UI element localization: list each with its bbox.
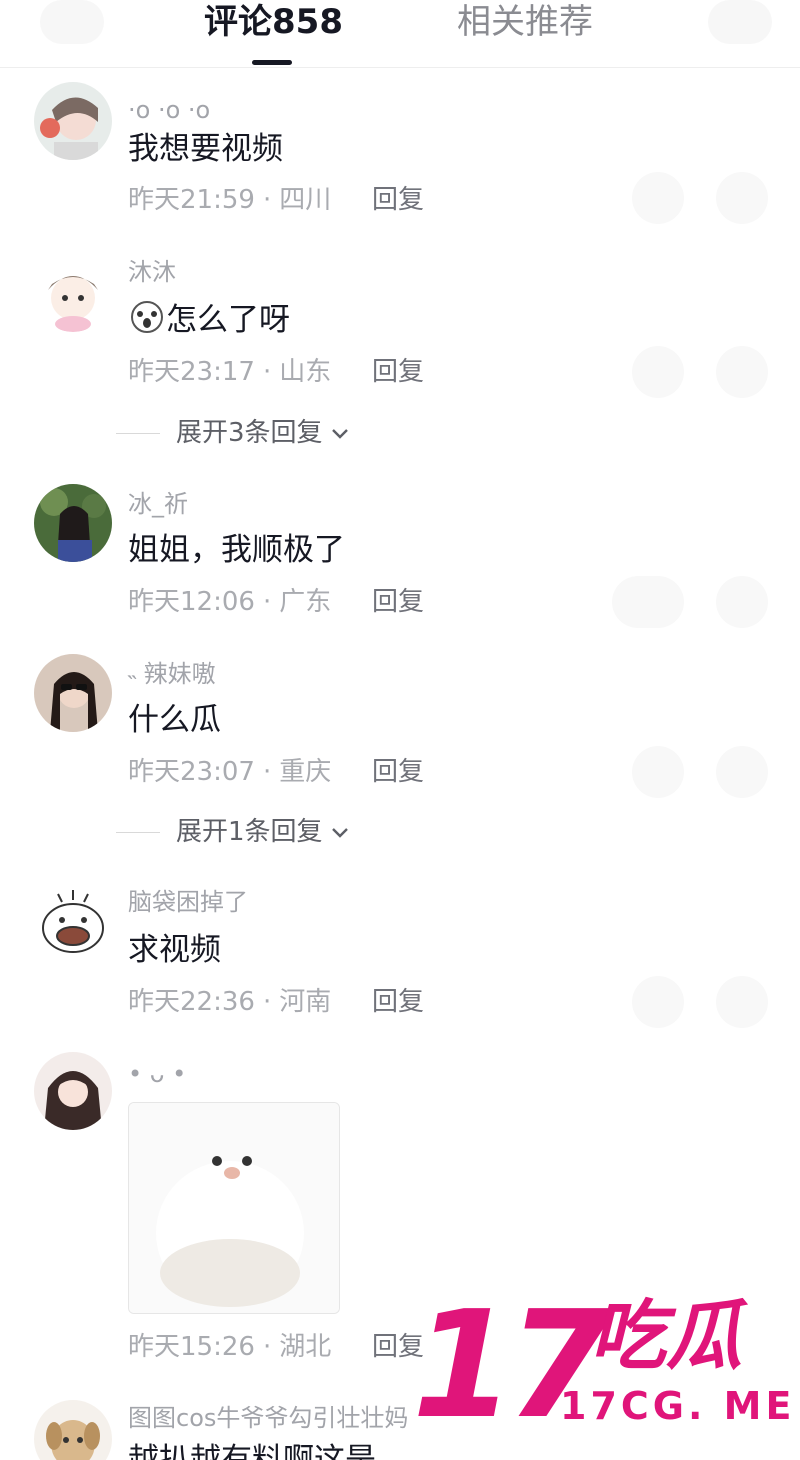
comment-time: 昨天21:59 bbox=[128, 185, 255, 215]
meta-separator: · bbox=[262, 757, 272, 787]
chevron-down-icon bbox=[331, 429, 348, 439]
reply-button[interactable]: 回复 bbox=[372, 585, 424, 619]
white-bird-sticker-icon[interactable] bbox=[128, 1102, 340, 1314]
reply-button[interactable]: 回复 bbox=[372, 183, 424, 217]
meta-separator: · bbox=[262, 185, 272, 215]
comment-location: 湖北 bbox=[279, 1332, 332, 1362]
avatar[interactable] bbox=[34, 654, 112, 732]
comment-meta: 昨天21:59 · 四川 bbox=[128, 183, 331, 217]
back-button[interactable] bbox=[40, 0, 104, 44]
close-button[interactable] bbox=[708, 0, 772, 44]
comment-content: 姐姐，我顺极了 bbox=[128, 532, 345, 568]
comment-content: 越扒越有料啊这是 bbox=[128, 1442, 376, 1460]
avatar[interactable] bbox=[34, 254, 112, 332]
meta-separator: · bbox=[262, 1332, 272, 1362]
comment-content: 求视频 bbox=[128, 932, 221, 968]
comment-location: 四川 bbox=[279, 185, 332, 215]
avatar[interactable] bbox=[34, 82, 112, 160]
expand-divider bbox=[116, 432, 160, 434]
comment-location: 河南 bbox=[279, 987, 332, 1017]
like-button[interactable] bbox=[716, 976, 768, 1028]
avatar[interactable] bbox=[34, 484, 112, 562]
dislike-button[interactable] bbox=[632, 976, 684, 1028]
comment-time: 昨天22:36 bbox=[128, 987, 255, 1017]
tab-comments[interactable]: 评论858 bbox=[204, 0, 343, 44]
comment-username[interactable]: • ᴗ • bbox=[128, 1058, 186, 1090]
comment-time: 昨天15:26 bbox=[128, 1332, 255, 1362]
comment-location: 广东 bbox=[279, 587, 332, 617]
comment-username[interactable]: ·o ·o ·o bbox=[128, 94, 210, 126]
expand-replies-button[interactable]: 展开1条回复 bbox=[116, 815, 351, 849]
expand-label: 展开1条回复 bbox=[176, 817, 323, 847]
like-button[interactable] bbox=[716, 576, 768, 628]
reply-button[interactable]: 回复 bbox=[372, 355, 424, 389]
tab-related[interactable]: 相关推荐 bbox=[457, 0, 593, 44]
comment-time: 昨天23:07 bbox=[128, 757, 255, 787]
comment-meta: 昨天22:36 · 河南 bbox=[128, 985, 331, 1019]
comment-content: 我想要视频 bbox=[128, 131, 283, 167]
cute-face-emoji-icon bbox=[128, 300, 166, 334]
like-button[interactable] bbox=[716, 346, 768, 398]
comment-username[interactable]: 图图cos牛爷爷勾引壮壮妈 bbox=[128, 1402, 408, 1434]
dislike-button[interactable] bbox=[632, 746, 684, 798]
dislike-button[interactable] bbox=[632, 346, 684, 398]
comment-time: 昨天12:06 bbox=[128, 587, 255, 617]
meta-separator: · bbox=[262, 357, 272, 387]
comment-username[interactable]: 脑袋困掉了 bbox=[128, 886, 248, 918]
expand-label: 展开3条回复 bbox=[176, 418, 323, 448]
comment-header: 评论858 相关推荐 bbox=[0, 0, 800, 68]
expand-replies-button[interactable]: 展开3条回复 bbox=[116, 416, 351, 450]
comment-content: 什么瓜 bbox=[128, 702, 221, 738]
comment-location: 重庆 bbox=[279, 757, 332, 787]
comment-time: 昨天23:17 bbox=[128, 357, 255, 387]
expand-divider bbox=[116, 831, 160, 833]
reply-button[interactable]: 回复 bbox=[372, 985, 424, 1019]
comment-content: 怎么了呀 bbox=[128, 300, 290, 340]
dislike-button[interactable] bbox=[612, 576, 684, 628]
like-button[interactable] bbox=[716, 172, 768, 224]
chevron-down-icon bbox=[331, 828, 348, 838]
comment-meta: 昨天15:26 · 湖北 bbox=[128, 1330, 331, 1364]
meta-separator: · bbox=[262, 587, 272, 617]
meta-separator: · bbox=[262, 987, 272, 1017]
active-tab-indicator bbox=[252, 60, 292, 65]
comment-username[interactable]: 冰_祈 bbox=[128, 488, 188, 520]
reply-button[interactable]: 回复 bbox=[372, 755, 424, 789]
comment-username[interactable]: 沐沐 bbox=[128, 256, 176, 288]
comment-username[interactable]: ˵ 辣妹嗷 bbox=[128, 658, 216, 690]
avatar[interactable] bbox=[34, 1400, 112, 1460]
like-button[interactable] bbox=[716, 746, 768, 798]
avatar[interactable] bbox=[34, 884, 112, 962]
comment-meta: 昨天23:17 · 山东 bbox=[128, 355, 331, 389]
comment-meta: 昨天12:06 · 广东 bbox=[128, 585, 331, 619]
avatar[interactable] bbox=[34, 1052, 112, 1130]
comment-location: 山东 bbox=[279, 357, 332, 387]
comment-meta: 昨天23:07 · 重庆 bbox=[128, 755, 331, 789]
watermark-url: 17CG. ME bbox=[560, 1384, 796, 1428]
watermark-chinese: 吃瓜 bbox=[590, 1291, 742, 1380]
dislike-button[interactable] bbox=[632, 172, 684, 224]
